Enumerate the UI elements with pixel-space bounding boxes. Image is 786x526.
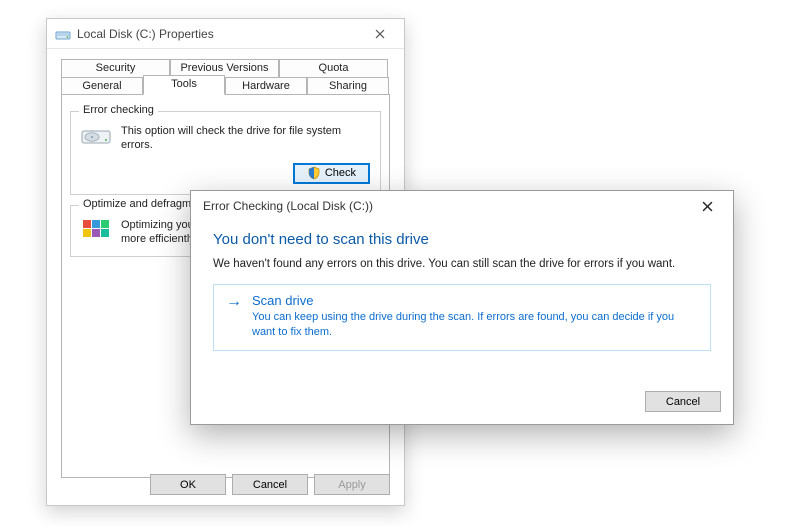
scan-drive-option[interactable]: → Scan drive You can keep using the driv…: [213, 284, 711, 351]
group-error-checking-legend: Error checking: [79, 104, 158, 116]
properties-titlebar: Local Disk (C:) Properties: [47, 19, 404, 49]
check-button-label: Check: [325, 167, 356, 179]
error-checking-cancel-button[interactable]: Cancel: [645, 391, 721, 412]
tab-sharing[interactable]: Sharing: [307, 77, 389, 95]
scan-drive-desc: You can keep using the drive during the …: [252, 310, 692, 340]
error-checking-title: Error Checking (Local Disk (C:)): [203, 199, 687, 213]
properties-title: Local Disk (C:) Properties: [77, 27, 360, 41]
error-checking-message: We haven't found any errors on this driv…: [213, 258, 711, 270]
error-checking-close-button[interactable]: [687, 193, 727, 219]
arrow-right-icon: →: [226, 294, 242, 310]
error-checking-titlebar: Error Checking (Local Disk (C:)): [191, 191, 733, 221]
cancel-button-label: Cancel: [253, 479, 287, 491]
drive-icon: [55, 26, 71, 42]
hdd-icon: [81, 124, 111, 146]
error-checking-text: This option will check the drive for fil…: [121, 124, 370, 153]
group-error-checking: Error checking This option will check th…: [70, 111, 381, 195]
tab-tools[interactable]: Tools: [143, 75, 225, 95]
tab-hardware[interactable]: Hardware: [225, 77, 307, 95]
apply-button: Apply: [314, 474, 390, 495]
cancel-button[interactable]: Cancel: [232, 474, 308, 495]
properties-close-button[interactable]: [360, 21, 400, 47]
defrag-icon: [81, 218, 111, 244]
error-checking-headline: You don't need to scan this drive: [213, 231, 711, 248]
check-button[interactable]: Check: [293, 163, 370, 184]
tab-quota[interactable]: Quota: [279, 59, 388, 77]
error-checking-body: You don't need to scan this drive We hav…: [191, 221, 733, 385]
ok-button-label: OK: [180, 479, 196, 491]
tab-general[interactable]: General: [61, 77, 143, 95]
error-checking-dialog: Error Checking (Local Disk (C:)) You don…: [190, 190, 734, 425]
scan-drive-title: Scan drive: [252, 293, 692, 308]
error-checking-cancel-label: Cancel: [666, 396, 700, 408]
ok-button[interactable]: OK: [150, 474, 226, 495]
shield-icon: [307, 166, 321, 180]
apply-button-label: Apply: [338, 479, 366, 491]
properties-dialog-buttons: OK Cancel Apply: [150, 474, 390, 495]
